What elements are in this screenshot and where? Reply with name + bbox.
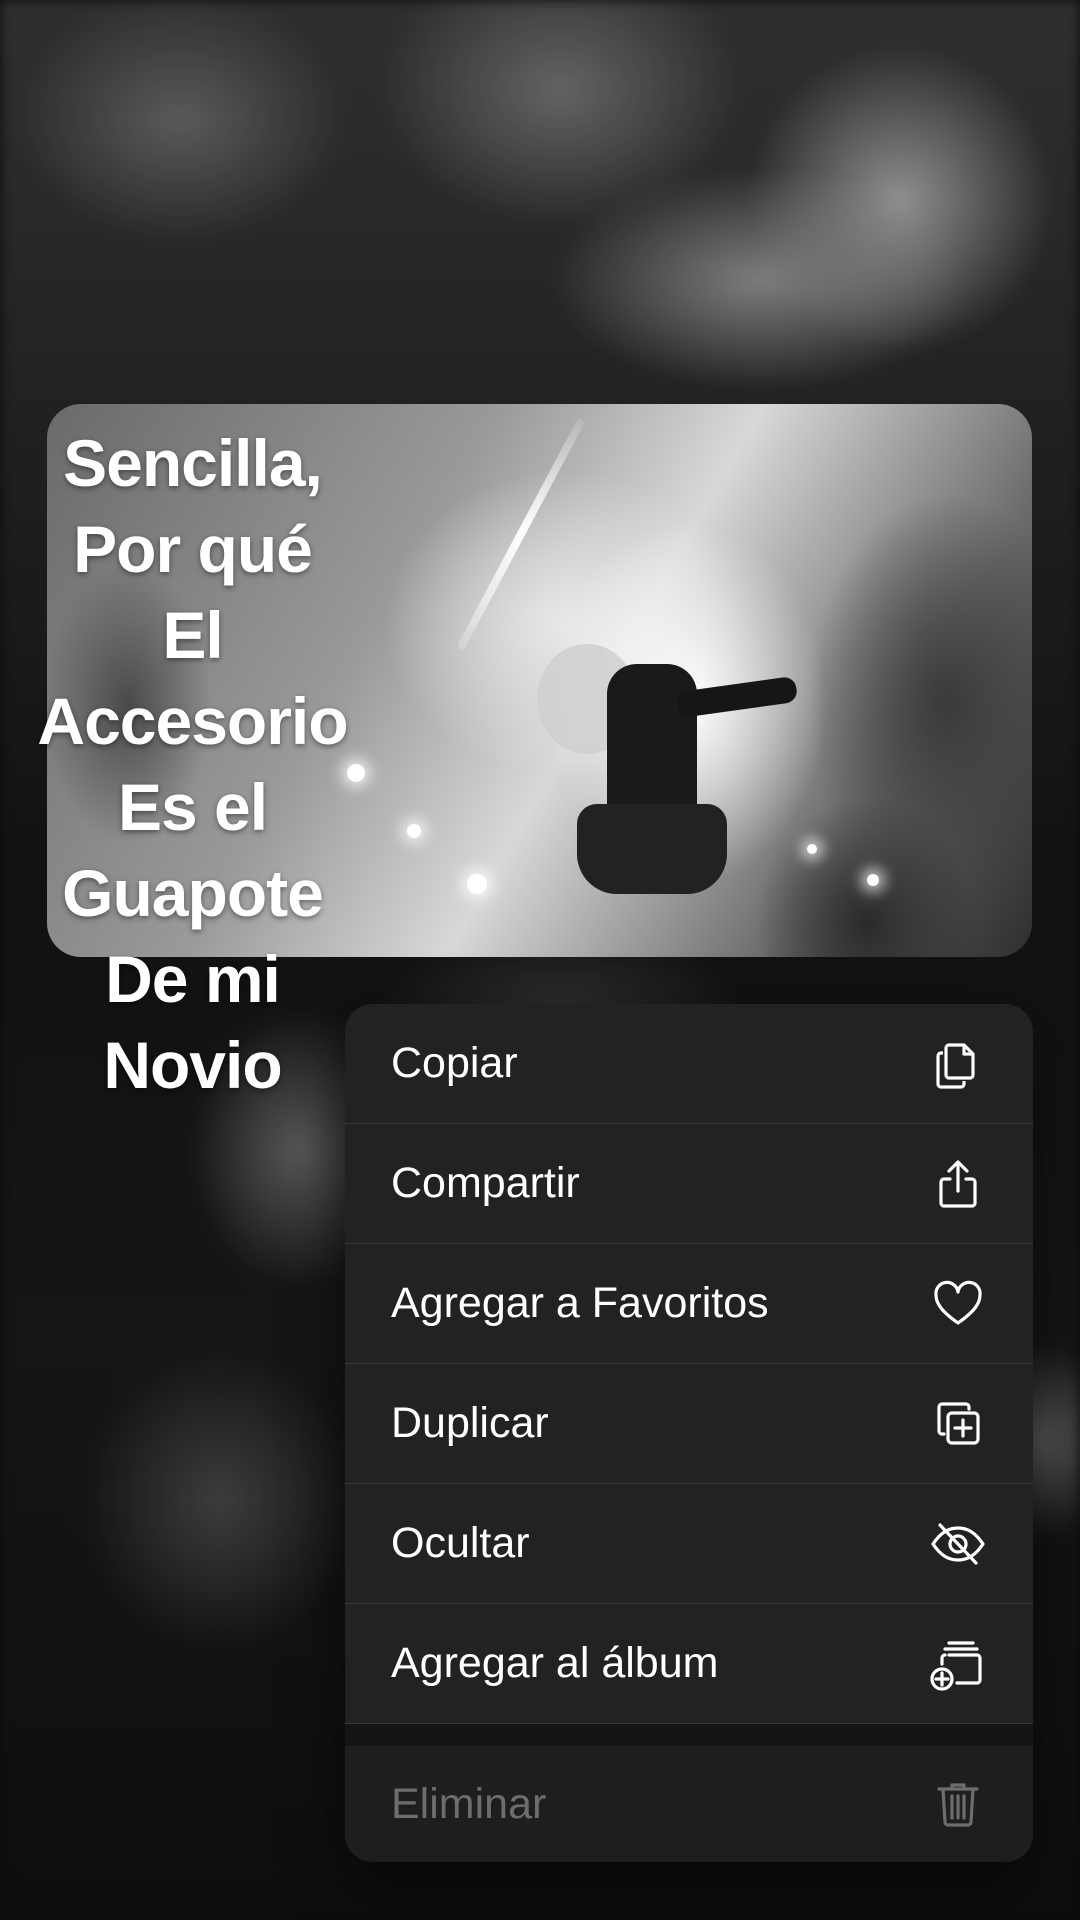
heart-icon (929, 1275, 987, 1333)
menu-item-add-to-favorites[interactable]: Agregar a Favoritos (345, 1244, 1033, 1364)
figure-skirt (577, 804, 727, 894)
spark (467, 874, 487, 894)
share-icon (929, 1155, 987, 1213)
menu-item-add-to-album[interactable]: Agregar al álbum (345, 1604, 1033, 1724)
spark (867, 874, 879, 886)
menu-item-label: Duplicar (391, 1399, 549, 1447)
menu-item-share[interactable]: Compartir (345, 1124, 1033, 1244)
eye-slash-icon (929, 1515, 987, 1573)
trash-icon (929, 1775, 987, 1833)
menu-separator (345, 1724, 1033, 1746)
menu-item-duplicate[interactable]: Duplicar (345, 1364, 1033, 1484)
caption-line: Novio (103, 1028, 282, 1102)
menu-item-label: Ocultar (391, 1519, 530, 1567)
duplicate-icon (929, 1395, 987, 1453)
menu-item-hide[interactable]: Ocultar (345, 1484, 1033, 1604)
add-to-album-icon (929, 1635, 987, 1693)
caption-line: El (162, 598, 223, 672)
spark (407, 824, 421, 838)
menu-item-delete[interactable]: Eliminar (345, 1746, 1033, 1862)
menu-item-label: Agregar al álbum (391, 1639, 719, 1687)
copy-icon (929, 1035, 987, 1093)
menu-item-copy[interactable]: Copiar (345, 1004, 1033, 1124)
caption-line: De mi (105, 942, 281, 1016)
menu-item-label: Agregar a Favoritos (391, 1279, 769, 1327)
overlay-caption: Sencilla, Por qué El Accesorio Es el Gua… (0, 420, 385, 1108)
character-figure (537, 604, 799, 934)
caption-line: Accesorio (37, 684, 348, 758)
spark (807, 844, 817, 854)
caption-line: Guapote (62, 856, 324, 930)
context-menu: Copiar Compartir Agregar a Favoritos Dup… (345, 1004, 1033, 1862)
caption-line: Es el (117, 770, 268, 844)
photo-context-menu-screen: Sencilla, Por qué El Accesorio Es el Gua… (0, 0, 1080, 1920)
menu-item-label: Copiar (391, 1039, 518, 1087)
caption-line: Sencilla, (63, 426, 323, 500)
caption-line: Por qué (73, 512, 313, 586)
menu-item-label: Eliminar (391, 1779, 547, 1828)
menu-item-label: Compartir (391, 1159, 580, 1207)
